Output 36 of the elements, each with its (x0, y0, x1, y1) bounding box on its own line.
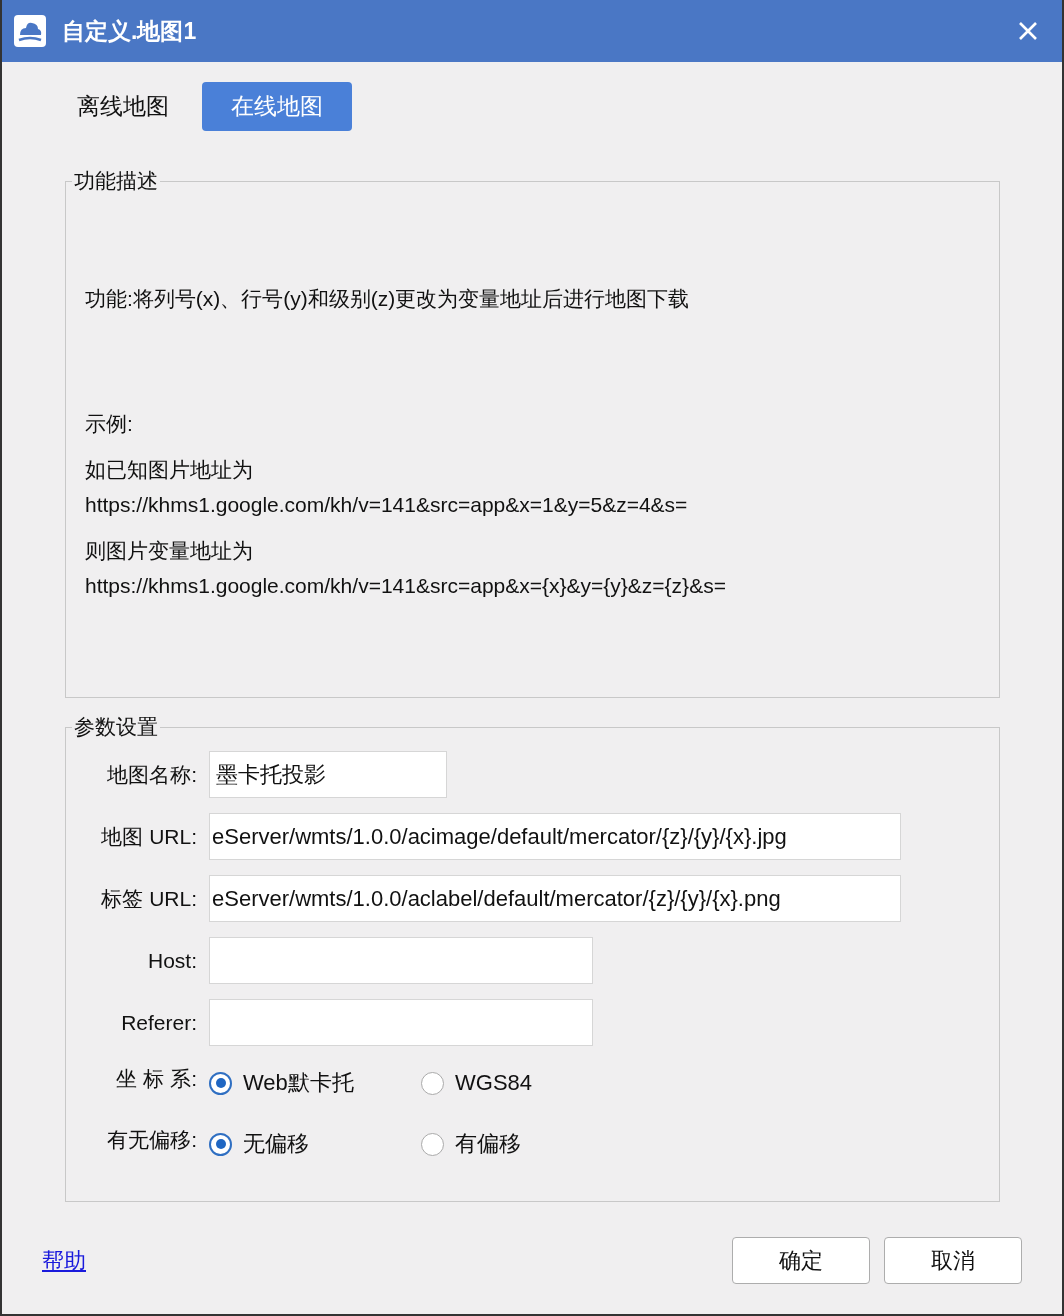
group-title: 参数设置 (72, 714, 160, 740)
radio-label[interactable]: 无偏移 (243, 1129, 309, 1159)
option-label: 坐 标 系: (115, 1066, 197, 1092)
field-label: 标签 URL: (100, 885, 197, 912)
close-icon[interactable] (1018, 21, 1038, 41)
tab[interactable]: 在线地图 (202, 82, 352, 131)
field-label: 地图 URL: (100, 823, 197, 850)
tab[interactable]: 离线地图 (48, 82, 198, 131)
window-title: 自定义.地图1 (62, 16, 198, 46)
radio-label[interactable]: Web默卡托 (243, 1068, 354, 1098)
example-text: 则图片变量地址为 (85, 538, 254, 564)
radio-label[interactable]: 有偏移 (455, 1129, 521, 1159)
input-field[interactable]: eServer/wmts/1.0.0/aclabel/default/mercator/{z}/{y}/{x}.png (209, 875, 901, 922)
app-logo-icon (14, 15, 46, 47)
radio-button[interactable] (421, 1071, 444, 1095)
example-text: 如已知图片地址为 (85, 457, 254, 483)
radio-button[interactable] (421, 1132, 444, 1156)
dialog-button[interactable]: 取消 (884, 1237, 1022, 1284)
radio-button[interactable] (209, 1132, 232, 1156)
field-label: 地图名称: (106, 761, 197, 788)
option-label: 有无偏移: (106, 1127, 197, 1153)
example-url: https://khms1.google.com/kh/v=141&src=app&x=1&y=5&z=4&s= (85, 492, 689, 518)
input-field[interactable]: eServer/wmts/1.0.0/acimage/default/mercator/{z}/{y}/{x}.jpg (209, 813, 901, 860)
input-field[interactable] (209, 999, 593, 1046)
field-label: Referer: (120, 1010, 197, 1035)
field-label: Host: (147, 948, 197, 973)
radio-label[interactable]: WGS84 (455, 1070, 533, 1096)
group-title: 功能描述 (72, 168, 160, 194)
input-field[interactable] (209, 937, 593, 984)
example-heading: 示例: (85, 411, 134, 437)
description-text: 功能:将列号(x)、行号(y)和级别(z)更改为变量地址后进行地图下载 (85, 286, 691, 312)
dialog-button[interactable]: 确定 (732, 1237, 870, 1284)
help-link[interactable]: 帮助 (42, 1245, 732, 1276)
input-field[interactable]: 墨卡托投影 (209, 751, 447, 798)
example-url: https://khms1.google.com/kh/v=141&src=app&x={x}&y={y}&z={z}&s= (85, 573, 727, 599)
radio-button[interactable] (209, 1071, 232, 1095)
